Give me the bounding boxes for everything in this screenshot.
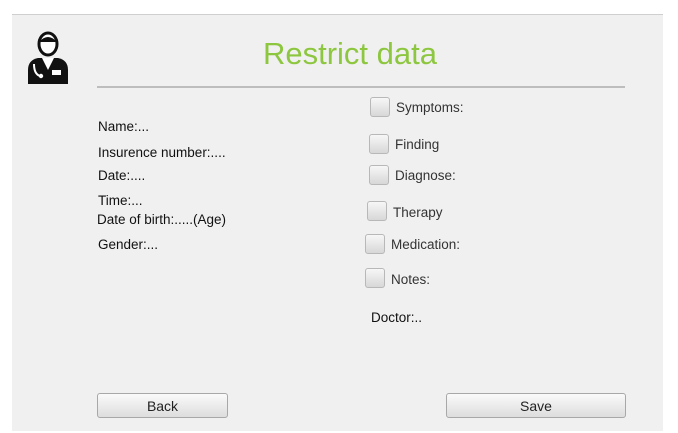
visit-date: Date:.... bbox=[98, 168, 146, 183]
therapy-checkbox[interactable] bbox=[367, 201, 387, 221]
symptoms-checkbox[interactable] bbox=[370, 97, 390, 117]
finding-checkbox[interactable] bbox=[369, 134, 389, 154]
back-button[interactable]: Back bbox=[97, 393, 228, 418]
doctor-label: Doctor:.. bbox=[371, 310, 423, 325]
diagnose-checkbox[interactable] bbox=[369, 165, 389, 185]
patient-insurance-number: Insurence number:.... bbox=[98, 145, 226, 160]
finding-label: Finding bbox=[395, 137, 440, 152]
save-button[interactable]: Save bbox=[446, 393, 626, 418]
patient-gender: Gender:... bbox=[98, 237, 159, 252]
patient-name: Name:... bbox=[98, 119, 150, 134]
doctor-icon bbox=[28, 31, 68, 84]
diagnose-label: Diagnose: bbox=[395, 168, 456, 183]
medication-checkbox[interactable] bbox=[365, 234, 385, 254]
page-title: Restrict data bbox=[262, 36, 437, 71]
notes-checkbox[interactable] bbox=[365, 268, 385, 288]
visit-time: Time:... bbox=[98, 193, 143, 208]
symptoms-label: Symptoms: bbox=[396, 100, 464, 115]
medication-label: Medication: bbox=[391, 237, 461, 252]
patient-date-of-birth: Date of birth:.....(Age) bbox=[97, 212, 227, 227]
therapy-label: Therapy bbox=[393, 205, 443, 220]
title-divider bbox=[97, 86, 625, 88]
notes-label: Notes: bbox=[391, 272, 431, 287]
